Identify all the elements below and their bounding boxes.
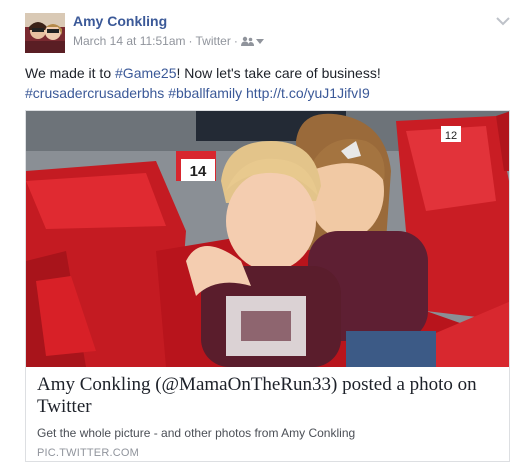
post-timestamp[interactable]: March 14 at 11:51am [73, 34, 186, 48]
link-attachment[interactable]: 14 12 Amy Conkling (@MamaOnTheRun33) pos… [25, 110, 510, 462]
avatar[interactable] [25, 13, 65, 53]
author-name[interactable]: Amy Conkling [73, 13, 167, 29]
message-text: We made it to [25, 65, 116, 81]
friends-icon[interactable] [240, 36, 264, 46]
chevron-down-icon[interactable] [496, 16, 510, 26]
attachment-description: Get the whole picture - and other photos… [37, 426, 356, 440]
attached-photo[interactable]: 14 12 [26, 111, 510, 367]
post-card: Amy Conkling March 14 at 11:51am · Twitt… [0, 0, 522, 465]
seat-number-label: 14 [190, 163, 207, 180]
attachment-title[interactable]: Amy Conkling (@MamaOnTheRun33) posted a … [37, 374, 497, 418]
hashtag-link[interactable]: #crusadercrusaderbhs [25, 85, 164, 101]
message-text: ! Now let's take care of business! [176, 65, 381, 81]
dropdown-caret-icon [255, 38, 264, 44]
attachment-text: Amy Conkling (@MamaOnTheRun33) posted a … [26, 367, 509, 461]
hashtag-link[interactable]: #bballfamily [168, 85, 242, 101]
attachment-domain: PIC.TWITTER.COM [37, 447, 139, 459]
meta-separator: · [188, 34, 193, 48]
external-link[interactable]: http://t.co/yuJ1JifvI9 [246, 85, 370, 101]
seat-number-label: 12 [445, 130, 457, 142]
hashtag-link[interactable]: #Game25 [115, 65, 176, 81]
meta-separator: · [233, 34, 238, 48]
post-message: We made it to #Game25! Now let's take ca… [25, 63, 505, 103]
post-meta: March 14 at 11:51am · Twitter · [73, 34, 264, 48]
post-source[interactable]: Twitter [196, 34, 231, 48]
